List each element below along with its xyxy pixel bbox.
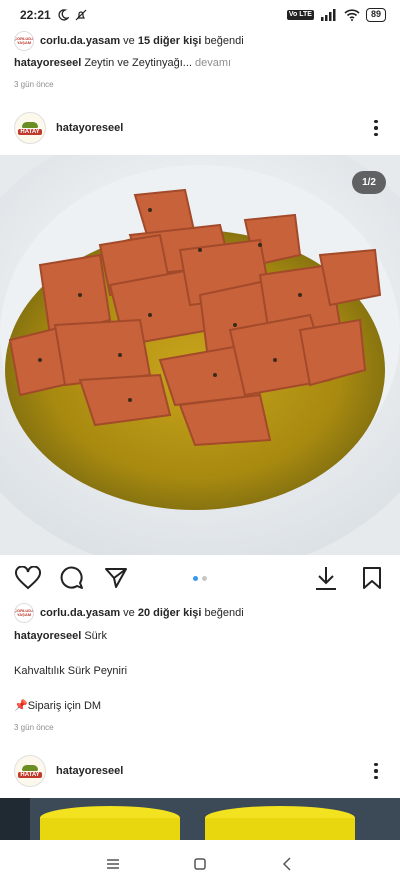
caption-more-link[interactable]: devamı xyxy=(195,57,231,69)
post-caption: hatayoreseel Sürk xyxy=(14,630,107,642)
post-header: HATAY hatayoreseel xyxy=(0,104,400,152)
caption-line: Kahvaltılık Sürk Peyniri xyxy=(14,665,128,677)
back-icon[interactable] xyxy=(272,849,302,879)
signal-icon xyxy=(320,9,336,21)
product-photo xyxy=(0,798,400,840)
image-counter: 1/2 xyxy=(352,171,386,194)
post-caption: hatayoreseel Zeytin ve Zeytinyağı... dev… xyxy=(14,57,231,69)
wifi-icon xyxy=(344,9,360,21)
caption-username[interactable]: hatayoreseel xyxy=(14,57,81,69)
avatar[interactable]: HATAY xyxy=(14,112,46,144)
post-time: 3 gün önce xyxy=(14,80,54,89)
heart-icon[interactable] xyxy=(12,562,44,594)
caption-text: Zeytin ve Zeytinyağı... xyxy=(84,57,192,69)
system-nav-bar xyxy=(0,840,400,888)
caption-line: 📌Sipariş için DM xyxy=(14,699,101,712)
more-vertical-icon[interactable] xyxy=(366,116,386,140)
likes-others[interactable]: 20 diğer kişi xyxy=(138,607,202,619)
battery-indicator: 89 xyxy=(365,8,386,22)
likes-connector: ve xyxy=(123,607,135,619)
caption-text: Sürk xyxy=(84,630,107,642)
post-image[interactable]: 1/2 xyxy=(0,155,400,555)
olive-leaf-icon xyxy=(22,121,38,128)
likes-summary[interactable]: ÇORLUDA YAŞAM corlu.da.yasam ve 20 diğer… xyxy=(14,603,244,623)
status-time: 22:21 xyxy=(20,8,51,22)
liker-username[interactable]: corlu.da.yasam xyxy=(40,35,120,47)
carousel-dot-active xyxy=(193,575,198,581)
post-username[interactable]: hatayoreseel xyxy=(56,122,123,134)
menu-icon[interactable] xyxy=(98,849,128,879)
likes-suffix: beğendi xyxy=(204,35,244,47)
comment-icon[interactable] xyxy=(56,562,88,594)
carousel-dot xyxy=(202,575,207,581)
download-icon[interactable] xyxy=(310,562,342,594)
post-username[interactable]: hatayoreseel xyxy=(56,765,123,777)
avatar-brand: HATAY xyxy=(18,128,42,135)
volte-badge: Vo LTE xyxy=(286,10,314,20)
likes-summary[interactable]: ÇORLUDA YAŞAM corlu.da.yasam ve 15 diğer… xyxy=(14,31,244,51)
liker-avatar[interactable]: ÇORLUDA YAŞAM xyxy=(14,603,34,623)
liker-avatar[interactable]: ÇORLUDA YAŞAM xyxy=(14,31,34,51)
post-time: 3 gün önce xyxy=(14,723,54,732)
avatar[interactable]: HATAY xyxy=(14,755,46,787)
post-image[interactable] xyxy=(0,798,400,840)
likes-suffix: beğendi xyxy=(204,607,244,619)
carousel-indicator xyxy=(193,575,207,581)
post-actions xyxy=(0,560,400,596)
more-vertical-icon[interactable] xyxy=(366,759,386,783)
likes-connector: ve xyxy=(123,35,135,47)
liker-username[interactable]: corlu.da.yasam xyxy=(40,607,120,619)
square-icon[interactable] xyxy=(185,849,215,879)
bookmark-icon[interactable] xyxy=(356,562,388,594)
likes-others[interactable]: 15 diğer kişi xyxy=(138,35,202,47)
olive-leaf-icon xyxy=(22,764,38,771)
caption-username[interactable]: hatayoreseel xyxy=(14,630,81,642)
food-photo xyxy=(0,155,400,555)
avatar-brand: HATAY xyxy=(18,771,42,778)
caption-order-text: Sipariş için DM xyxy=(27,700,102,712)
mute-bell-icon xyxy=(75,9,87,21)
pushpin-icon: 📌 xyxy=(14,700,28,712)
status-bar: 22:21 Vo LTE 89 xyxy=(0,0,400,30)
send-icon[interactable] xyxy=(100,562,132,594)
post-header: HATAY hatayoreseel xyxy=(0,747,400,795)
moon-icon xyxy=(58,9,69,21)
